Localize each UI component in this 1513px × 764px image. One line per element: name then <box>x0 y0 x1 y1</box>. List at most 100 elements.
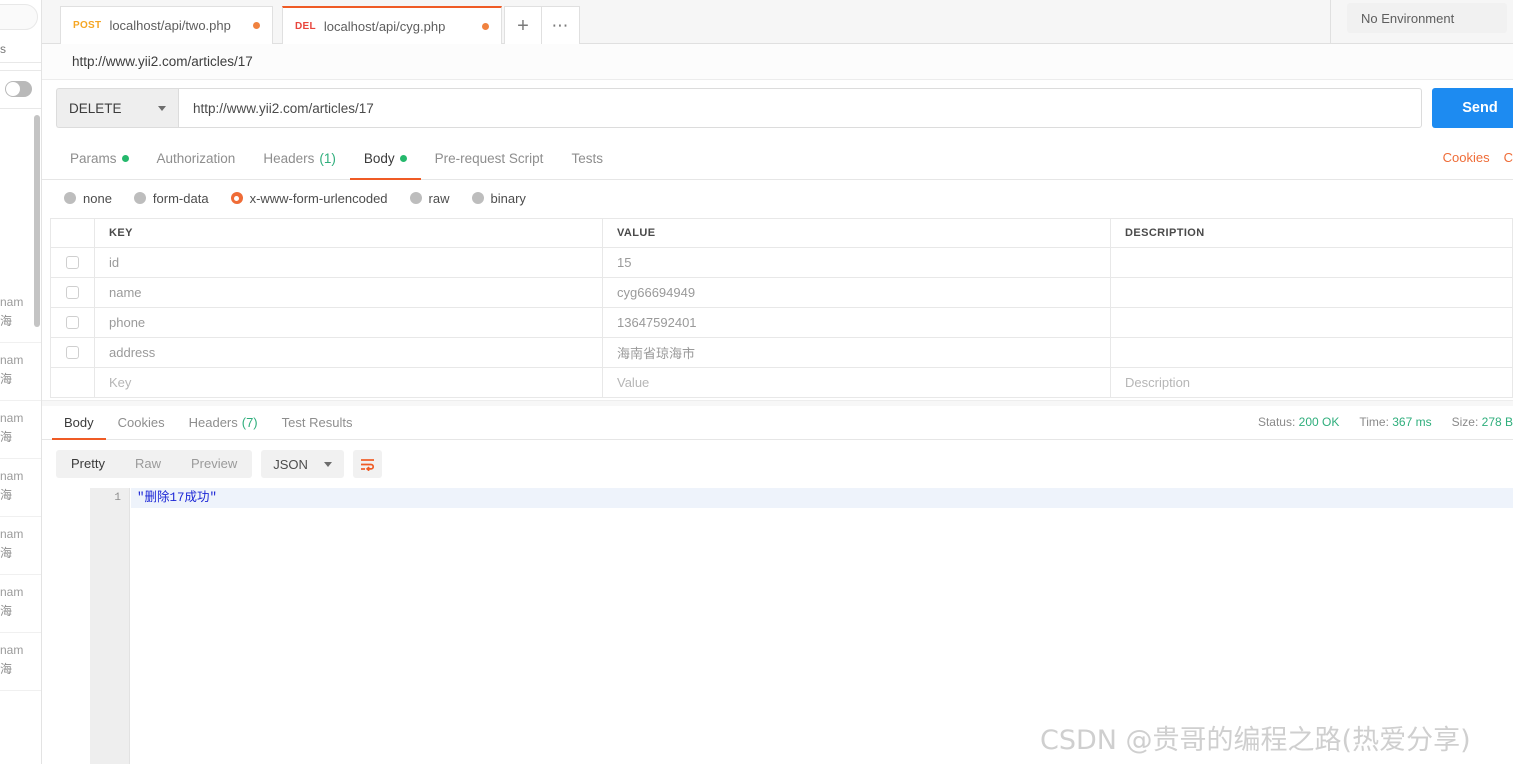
request-tab-tests[interactable]: Tests <box>557 139 617 180</box>
response-body-line: "删除17成功" <box>131 488 1513 508</box>
body-type-label: x-www-form-urlencoded <box>249 190 388 206</box>
response-tab-cookies[interactable]: Cookies <box>106 407 177 440</box>
background-row: nam 海 <box>0 343 41 401</box>
view-mode-pretty[interactable]: Pretty <box>56 450 120 478</box>
request-tab-body[interactable]: Body <box>349 139 421 180</box>
status-badge: Status: 200 OK <box>1258 415 1339 429</box>
size-label: Size: <box>1451 415 1479 429</box>
background-row-list: nam 海 nam 海 nam 海 nam 海 nam 海 nam 海 nam 海 <box>0 285 41 691</box>
table-header-row: KEY VALUE DESCRIPTION <box>50 218 1513 248</box>
url-row: DELETE http://www.yii2.com/articles/17 S… <box>42 80 1513 138</box>
code-link[interactable]: C <box>1504 150 1513 165</box>
body-type-binary[interactable]: binary <box>471 191 526 206</box>
wrap-lines-icon[interactable] <box>352 450 382 478</box>
request-tab-authorization[interactable]: Authorization <box>143 139 250 180</box>
response-tab-label: Cookies <box>117 415 165 430</box>
request-tab-label: Headers <box>263 151 315 166</box>
environment-selector[interactable]: No Environment <box>1347 3 1507 33</box>
column-header-key: KEY <box>95 219 603 247</box>
response-tab-label: Test Results <box>281 415 353 430</box>
description-cell[interactable] <box>1111 338 1512 367</box>
response-section-tabs: Body Cookies Headers (7) Test Results Status… <box>42 406 1513 440</box>
request-tab-label: Tests <box>571 151 603 166</box>
url-input[interactable]: http://www.yii2.com/articles/17 <box>178 88 1422 128</box>
plus-icon[interactable]: + <box>504 6 542 44</box>
app-root: s nam 海 nam 海 nam 海 nam 海 nam 海 nam 海 nam 海 POST loca… <box>0 0 1513 764</box>
background-divider <box>0 62 41 63</box>
body-type-form-data[interactable]: form-data <box>133 190 209 206</box>
key-cell[interactable]: name <box>95 278 603 307</box>
body-type-raw[interactable]: raw <box>409 190 450 206</box>
body-type-none[interactable]: none <box>64 191 112 206</box>
radio-icon <box>471 192 484 204</box>
radio-icon <box>230 192 243 204</box>
chevron-down-icon <box>158 105 166 111</box>
table-row[interactable]: address 海南省琼海市 <box>50 338 1513 368</box>
body-type-x-www-form-urlencoded[interactable]: x-www-form-urlencoded <box>230 190 388 206</box>
view-mode-raw[interactable]: Raw <box>120 450 176 478</box>
value-cell[interactable]: cyg66694949 <box>603 278 1111 307</box>
background-row: nam 海 <box>0 517 41 575</box>
description-cell[interactable]: Description <box>1111 368 1512 397</box>
background-toggle-switch[interactable] <box>5 81 32 97</box>
tab-name-label: localhost/api/two.php <box>109 18 231 33</box>
key-cell[interactable]: id <box>95 248 603 277</box>
body-type-radio-group: none form-data x-www-form-urlencoded raw bin… <box>42 180 1513 216</box>
description-cell[interactable] <box>1111 278 1512 307</box>
background-row-line2: 海 <box>0 662 13 676</box>
request-tab-two-php[interactable]: POST localhost/api/two.php <box>60 6 273 44</box>
value-text: cyg66694949 <box>617 285 696 300</box>
value-cell[interactable]: 15 <box>603 248 1111 277</box>
row-checkbox-cell <box>51 308 95 337</box>
table-row[interactable]: name cyg66694949 <box>50 278 1513 308</box>
request-tab-headers[interactable]: Headers (1) <box>249 139 350 180</box>
value-cell[interactable]: Value <box>603 368 1111 397</box>
background-row: nam 海 <box>0 459 41 517</box>
status-value: 200 OK <box>1298 415 1340 429</box>
key-cell[interactable]: address <box>95 338 603 367</box>
key-cell[interactable]: phone <box>95 308 603 337</box>
background-row: nam 海 <box>0 633 41 691</box>
description-cell[interactable] <box>1111 308 1512 337</box>
row-checkbox[interactable] <box>66 286 79 299</box>
chevron-down-icon <box>323 461 332 467</box>
watermark: CSDN @贵哥的编程之路(热爱分享) <box>1040 725 1471 756</box>
key-text: address <box>109 345 156 360</box>
request-tab-label: Body <box>363 151 395 166</box>
background-row-line1: nam <box>0 527 24 541</box>
row-checkbox[interactable] <box>66 316 79 329</box>
http-method-select[interactable]: DELETE <box>56 88 178 128</box>
background-row-line1: nam <box>0 585 24 599</box>
ellipsis-icon[interactable]: ⋯ <box>542 6 580 44</box>
body-type-label: form-data <box>152 190 209 206</box>
table-row[interactable]: id 15 <box>50 248 1513 278</box>
key-cell[interactable]: Key <box>95 368 603 397</box>
body-params-table: KEY VALUE DESCRIPTION id 15 name cyg6669494… <box>50 218 1513 398</box>
column-header-value: VALUE <box>603 219 1111 247</box>
value-cell[interactable]: 13647592401 <box>603 308 1111 337</box>
response-tab-headers[interactable]: Headers (7) <box>177 407 270 440</box>
request-tab-params[interactable]: Params <box>56 139 143 180</box>
body-type-label: raw <box>428 190 450 206</box>
background-row-line2: 海 <box>0 546 13 560</box>
table-row-placeholder[interactable]: Key Value Description <box>50 368 1513 398</box>
unsaved-dot-icon <box>253 22 260 29</box>
row-checkbox[interactable] <box>66 346 79 359</box>
background-row-line1: nam <box>0 295 24 309</box>
value-text: 13647592401 <box>617 315 697 330</box>
response-format-select[interactable]: JSON <box>261 450 344 478</box>
value-cell[interactable]: 海南省琼海市 <box>603 338 1111 367</box>
send-label: Send <box>1462 100 1498 116</box>
send-button[interactable]: Send <box>1432 88 1513 128</box>
description-cell[interactable] <box>1111 248 1512 277</box>
background-row: nam 海 <box>0 401 41 459</box>
table-row[interactable]: phone 13647592401 <box>50 308 1513 338</box>
response-tab-test-results[interactable]: Test Results <box>270 407 365 440</box>
cookies-link[interactable]: Cookies <box>1443 150 1490 165</box>
request-tab-cyg-php[interactable]: DEL localhost/api/cyg.php <box>282 6 502 44</box>
request-tab-pre-request-script[interactable]: Pre-request Script <box>421 139 558 180</box>
response-tab-body[interactable]: Body <box>52 407 106 440</box>
row-checkbox-cell <box>51 368 95 397</box>
view-mode-preview[interactable]: Preview <box>176 450 252 478</box>
row-checkbox[interactable] <box>66 256 79 269</box>
